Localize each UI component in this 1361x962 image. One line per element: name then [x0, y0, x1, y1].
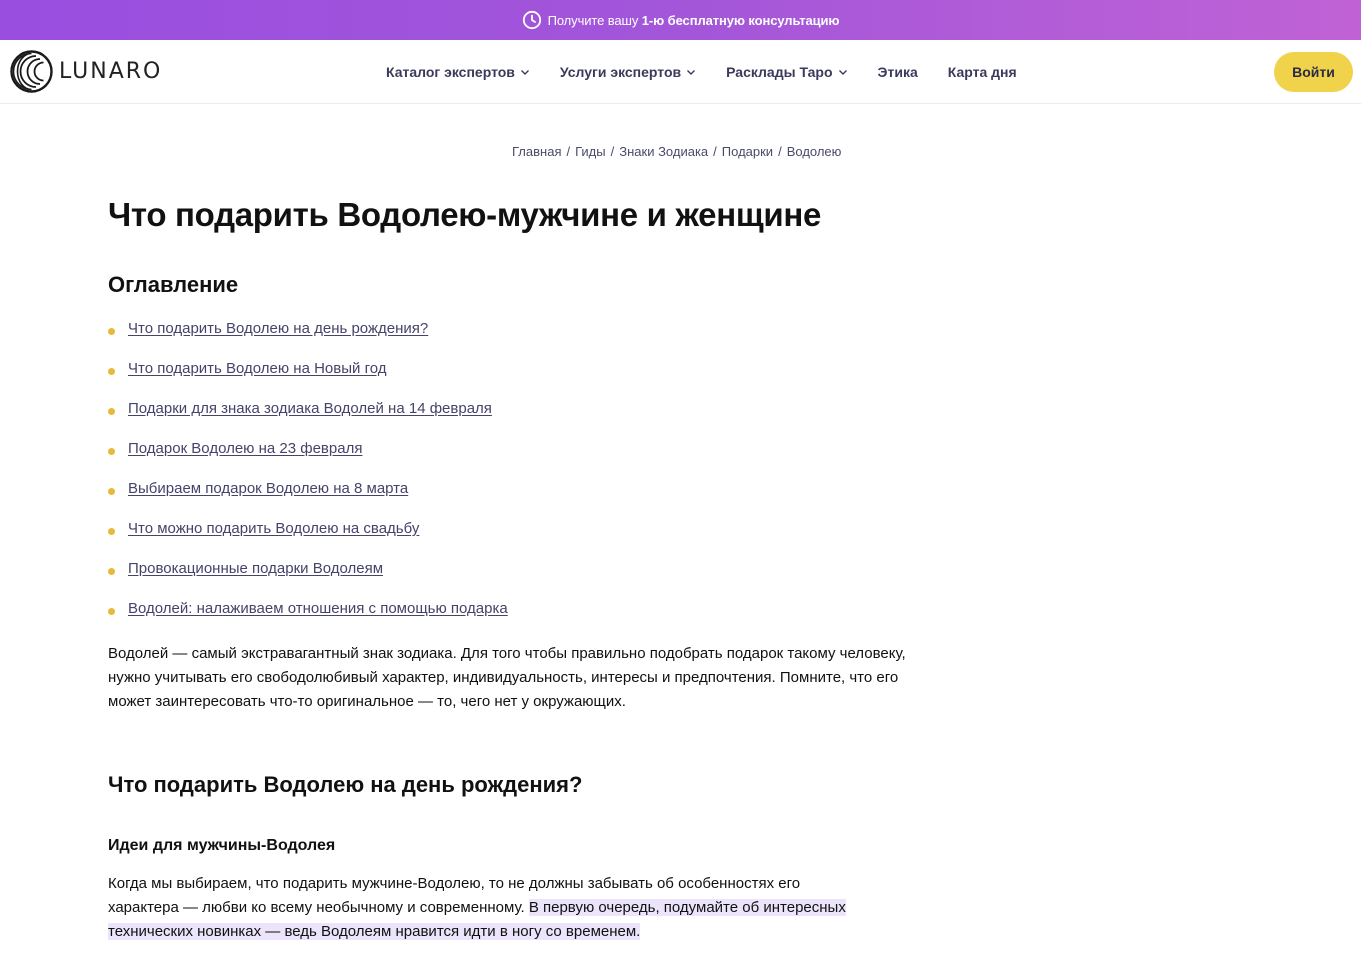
breadcrumb-separator: /	[713, 144, 717, 159]
breadcrumb: Главная / Гиды / Знаки Зодиака / Подарки…	[512, 144, 841, 159]
subsection-title-men: Идеи для мужчины-Водолея	[108, 837, 336, 854]
promo-text-before: Получите вашу	[547, 12, 642, 28]
nav-item-label: Карта дня	[947, 63, 1017, 80]
chevron-down-icon	[520, 69, 529, 75]
promo-text: Получите вашу 1-ю бесплатную консультаци…	[548, 13, 840, 28]
logo-mark-icon	[10, 50, 53, 93]
toc-item: Подарки для знака зодиака Водолей на 14 …	[108, 400, 508, 440]
chevron-down-icon	[687, 69, 696, 75]
breadcrumb-item-home[interactable]: Главная	[512, 144, 561, 159]
intro-paragraph: Водолей — самый экстравагантный знак зод…	[108, 645, 906, 710]
toc-item: Выбираем подарок Водолею на 8 марта	[108, 480, 508, 520]
toc-item: Что можно подарить Водолею на свадьбу	[108, 520, 508, 560]
toc-link-wedding[interactable]: Что можно подарить Водолею на свадьбу	[128, 520, 419, 537]
logo-text: LUNARO	[59, 59, 163, 84]
bullet-dot-icon	[108, 488, 115, 495]
breadcrumb-item-guides[interactable]: Гиды	[575, 144, 606, 159]
nav-item-label: Услуги экспертов	[559, 63, 682, 80]
section-title-birthday: Что подарить Водолею на день рождения?	[108, 772, 583, 797]
nav-item-label: Каталог экспертов	[386, 63, 515, 80]
logo[interactable]: LUNARO	[10, 50, 162, 93]
nav-item-tarot-spreads[interactable]: Расклады Таро	[726, 64, 847, 80]
promo-text-strong: 1-ю бесплатную консультацию	[641, 12, 840, 28]
toc-link-provocative[interactable]: Провокационные подарки Водолеям	[128, 560, 383, 577]
clock-icon	[522, 10, 542, 30]
nav-item-expert-services[interactable]: Услуги экспертов	[560, 64, 696, 80]
bullet-dot-icon	[108, 528, 115, 535]
site-header: LUNARO Каталог экспертов Услуги эксперто…	[0, 40, 1361, 104]
toc-link-feb-23[interactable]: Подарок Водолею на 23 февраля	[128, 440, 362, 457]
breadcrumb-separator: /	[566, 144, 571, 159]
toc-item: Водолей: налаживаем отношения с помощью …	[108, 600, 508, 640]
login-button[interactable]: Войти	[1274, 52, 1353, 92]
toc-link-relationships[interactable]: Водолей: налаживаем отношения с помощью …	[128, 600, 508, 617]
breadcrumb-item-zodiac-signs[interactable]: Знаки Зодиака	[619, 144, 708, 159]
nav-item-label: Этика	[877, 63, 918, 80]
nav-item-label: Расклады Таро	[726, 63, 833, 80]
men-ideas-paragraph: Когда мы выбираем, что подарить мужчине-…	[108, 872, 868, 944]
promo-banner[interactable]: Получите вашу 1-ю бесплатную консультаци…	[0, 0, 1361, 40]
chevron-down-icon	[838, 69, 847, 75]
page-title: Что подарить Водолею-мужчине и женщине	[108, 196, 822, 233]
bullet-dot-icon	[108, 368, 115, 375]
toc-link-new-year[interactable]: Что подарить Водолею на Новый год	[128, 360, 386, 377]
bullet-dot-icon	[108, 328, 115, 335]
nav-item-card-of-day[interactable]: Карта дня	[948, 64, 1017, 80]
bullet-dot-icon	[108, 448, 115, 455]
bullet-dot-icon	[108, 608, 115, 615]
nav-item-ethics[interactable]: Этика	[878, 64, 918, 80]
bullet-dot-icon	[108, 408, 115, 415]
main-nav: Каталог экспертов Услуги экспертов Раскл…	[386, 40, 1047, 103]
breadcrumb-item-aquarius[interactable]: Водолею	[787, 144, 842, 159]
nav-item-experts-catalog[interactable]: Каталог экспертов	[386, 64, 530, 80]
bullet-dot-icon	[108, 568, 115, 575]
breadcrumb-item-gifts[interactable]: Подарки	[722, 144, 773, 159]
toc-item: Подарок Водолею на 23 февраля	[108, 440, 508, 480]
toc-item: Что подарить Водолею на день рождения?	[108, 320, 508, 360]
breadcrumb-separator: /	[778, 144, 782, 159]
toc-title: Оглавление	[108, 272, 239, 297]
table-of-contents: Что подарить Водолею на день рождения? Ч…	[108, 320, 508, 640]
toc-link-birthday[interactable]: Что подарить Водолею на день рождения?	[128, 320, 428, 337]
toc-link-feb-14[interactable]: Подарки для знака зодиака Водолей на 14 …	[128, 400, 492, 417]
toc-link-march-8[interactable]: Выбираем подарок Водолею на 8 марта	[128, 480, 408, 497]
toc-item: Провокационные подарки Водолеям	[108, 560, 508, 600]
breadcrumb-separator: /	[610, 144, 615, 159]
toc-item: Что подарить Водолею на Новый год	[108, 360, 508, 400]
